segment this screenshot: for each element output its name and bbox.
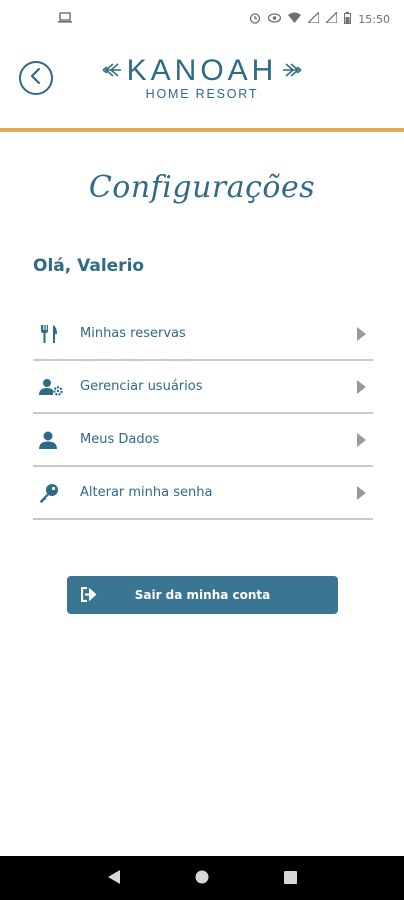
header-divider	[0, 128, 404, 132]
chevron-right-icon	[357, 485, 366, 504]
back-button[interactable]	[19, 61, 53, 95]
kanoah-logo: KANOAH HOME RESORT	[86, 54, 318, 110]
logo-ornament-left	[101, 62, 121, 81]
alarm-icon	[249, 12, 261, 27]
nav-recents-button[interactable]	[275, 863, 305, 893]
menu-item-gerenciar-usuarios[interactable]: Gerenciar usuários	[33, 361, 373, 414]
square-recents-icon	[283, 869, 297, 888]
chevron-right-icon	[357, 326, 366, 345]
chevron-right-icon	[357, 432, 366, 451]
menu-item-label: Minhas reservas	[80, 326, 186, 341]
circle-home-icon	[195, 869, 209, 888]
logout-button[interactable]: Sair da minha conta	[67, 576, 338, 614]
signal-icon	[324, 10, 338, 26]
logo-sub-text: HOME RESORT	[145, 87, 259, 101]
triangle-back-icon	[108, 869, 120, 888]
menu-item-label: Gerenciar usuários	[80, 379, 203, 394]
utensils-icon	[39, 323, 73, 345]
menu-item-label: Meus Dados	[80, 432, 160, 447]
settings-menu: Minhas reservas Gerenciar usuários Meus …	[33, 308, 373, 520]
greeting: Olá, Valerio	[33, 256, 145, 276]
sign-out-icon	[80, 586, 98, 605]
battery-icon	[344, 11, 352, 27]
nav-home-button[interactable]	[187, 863, 217, 893]
page-title: Configurações	[88, 170, 316, 205]
wifi-icon	[288, 12, 302, 26]
header: KANOAH HOME RESORT	[0, 38, 404, 128]
menu-item-label: Alterar minha senha	[80, 485, 213, 500]
menu-item-alterar-senha[interactable]: Alterar minha senha	[33, 467, 373, 520]
users-gear-icon	[39, 376, 73, 398]
chevron-left-icon	[29, 67, 43, 89]
eye-icon	[268, 12, 282, 26]
user-icon	[39, 429, 73, 451]
menu-item-minhas-reservas[interactable]: Minhas reservas	[33, 308, 373, 361]
menu-item-meus-dados[interactable]: Meus Dados	[33, 414, 373, 467]
nav-back-button[interactable]	[99, 863, 129, 893]
logo-ornament-right	[283, 62, 303, 81]
status-bar: 15:50	[0, 0, 404, 38]
laptop-icon	[58, 12, 72, 26]
logo-main-text: KANOAH	[126, 54, 278, 87]
chevron-right-icon	[357, 379, 366, 398]
signal-icon	[306, 10, 320, 26]
logout-label: Sair da minha conta	[134, 588, 271, 602]
key-icon	[39, 482, 73, 504]
navigation-bar	[0, 856, 404, 900]
status-time: 15:50	[358, 12, 390, 26]
